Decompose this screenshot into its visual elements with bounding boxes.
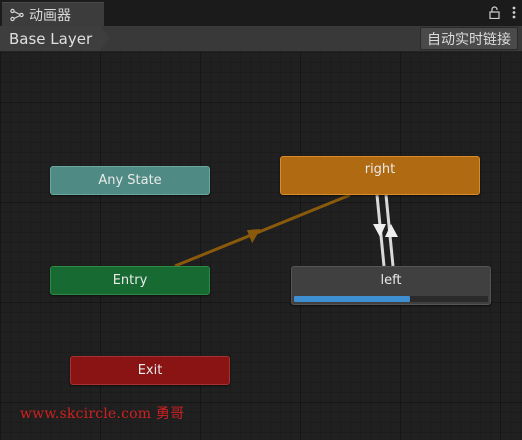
transition-down-arrowhead	[373, 224, 386, 237]
state-right-label: right	[364, 162, 396, 177]
breadcrumb-base-layer[interactable]: Base Layer	[0, 26, 100, 51]
state-entry[interactable]: Entry	[50, 266, 210, 295]
state-left-label: left	[380, 273, 402, 288]
watermark-text: www.skcircle.com 勇哥	[20, 406, 185, 422]
state-left-progress-fill	[294, 296, 411, 302]
state-any-state[interactable]: Any State	[50, 166, 210, 195]
state-left[interactable]: left	[291, 266, 491, 305]
animator-graph-icon	[10, 8, 24, 21]
state-machine-graph[interactable]: Any State Entry Exit right left www.skci…	[0, 52, 522, 440]
tab-title: 动画器	[29, 7, 71, 24]
state-exit[interactable]: Exit	[70, 356, 230, 385]
transition-entry-to-right[interactable]	[174, 193, 351, 268]
transition-up-arrowhead	[385, 224, 398, 237]
lock-icon[interactable]	[489, 4, 500, 23]
animator-toolbar: Base Layer 自动实时链接	[0, 26, 522, 52]
kebab-menu-icon[interactable]	[512, 4, 516, 23]
breadcrumb-arrow	[100, 26, 110, 50]
tab-animator[interactable]: 动画器	[2, 2, 104, 26]
state-right[interactable]: right	[280, 156, 480, 195]
auto-live-link-button[interactable]: 自动实时链接	[420, 27, 518, 50]
state-left-progress	[294, 296, 488, 302]
window-tab-bar: 动画器	[0, 0, 522, 26]
transition-entry-arrowhead	[246, 228, 261, 244]
